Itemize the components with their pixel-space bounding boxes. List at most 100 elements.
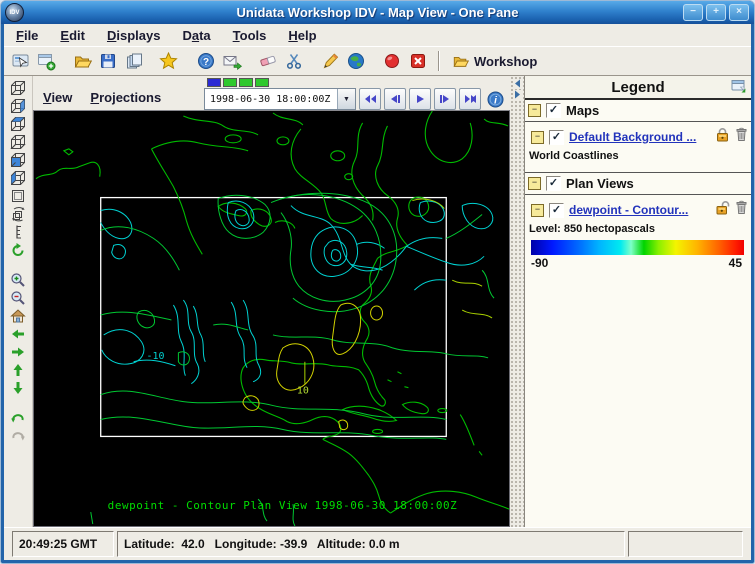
minimize-button[interactable]: − — [683, 4, 703, 21]
workshop-label: Workshop — [474, 53, 538, 69]
exit-icon[interactable] — [406, 49, 430, 73]
level-label: Level: 850 hectopascals — [529, 223, 655, 235]
status-bar: 20:49:25 GMT Latitude: 42.0 Longitude: -… — [4, 527, 751, 560]
title-bar[interactable]: Unidata Workshop IDV - Map View - One Pa… — [1, 1, 754, 24]
world-coastlines-label: World Coastlines — [529, 150, 619, 162]
display-visibility-checkbox[interactable]: ✓ — [549, 129, 564, 145]
record-image-icon[interactable] — [380, 49, 404, 73]
redo-icon[interactable] — [9, 427, 28, 444]
animation-end-button[interactable] — [459, 88, 481, 110]
time-select[interactable]: 1998-06-30 18:00:00Z ▼ — [204, 88, 356, 110]
front-view-icon[interactable] — [9, 151, 28, 168]
zoom-out-icon[interactable] — [9, 289, 28, 306]
plan-views-visibility-checkbox[interactable]: ✓ — [546, 176, 561, 191]
edit-icon[interactable] — [318, 49, 342, 73]
undo-icon[interactable] — [9, 409, 28, 426]
cursor-position-readout: Latitude: 42.0 Longitude: -39.9 Altitude… — [117, 531, 625, 557]
auto-rotate-icon[interactable] — [9, 205, 28, 222]
menu-file[interactable]: File — [16, 28, 38, 43]
show-dashboard-icon[interactable] — [8, 49, 32, 73]
home-view-icon[interactable] — [9, 307, 28, 324]
perspective-view-icon[interactable] — [9, 79, 28, 96]
time-step[interactable] — [255, 78, 269, 87]
help-icon[interactable]: ? — [194, 49, 218, 73]
default-background-link[interactable]: Default Background ... — [569, 130, 710, 144]
legend-row-dewpoint: − ✓ dewpoint - Contour... — [525, 195, 751, 221]
time-step-indicator[interactable] — [207, 78, 269, 87]
menu-bar: File Edit Displays Data Tools Help — [4, 24, 751, 46]
collapse-plan-views-icon[interactable]: − — [528, 177, 541, 190]
lock-closed-icon[interactable] — [715, 127, 730, 147]
side-view-icon[interactable] — [9, 169, 28, 186]
new-window-icon[interactable] — [34, 49, 58, 73]
chevron-down-icon[interactable]: ▼ — [337, 89, 355, 109]
pan-right-icon[interactable] — [9, 343, 28, 360]
legend-category-plan-views: − ✓ Plan Views — [525, 172, 751, 195]
save-bundle-icon[interactable] — [96, 49, 120, 73]
color-scale-bar[interactable] — [531, 240, 744, 255]
close-button[interactable]: × — [729, 4, 749, 21]
dewpoint-contour-link[interactable]: dewpoint - Contour... — [569, 203, 710, 217]
map-display: -10 10 dewpoint - Contour Plan View 1998… — [35, 111, 509, 526]
bottom-view-icon[interactable] — [9, 133, 28, 150]
time-step-current[interactable] — [207, 78, 221, 87]
time-step[interactable] — [239, 78, 253, 87]
pan-left-icon[interactable] — [9, 325, 28, 342]
svg-text:i: i — [494, 95, 497, 106]
pan-down-icon[interactable] — [9, 379, 28, 396]
map-annotation: dewpoint - Contour Plan View 1998-06-30 … — [108, 499, 458, 512]
cut-icon[interactable] — [282, 49, 306, 73]
display-visibility-checkbox[interactable]: ✓ — [549, 202, 564, 218]
save-favorite-icon[interactable] — [122, 49, 146, 73]
remove-displays-icon[interactable] — [256, 49, 280, 73]
workshop-toolbar-item[interactable]: Workshop — [448, 53, 541, 69]
menu-edit[interactable]: Edit — [60, 28, 85, 43]
menu-view[interactable]: View — [43, 90, 72, 105]
open-bundle-icon[interactable] — [70, 49, 94, 73]
legend-splitter[interactable] — [510, 76, 524, 527]
zoom-in-icon[interactable] — [9, 271, 28, 288]
animation-step-back-button[interactable] — [384, 88, 406, 110]
map-view-menubar: View Projections 1998-06-30 18:00:00Z ▼ … — [33, 76, 510, 110]
splitter-collapse-right-icon[interactable] — [513, 90, 521, 99]
float-legend-icon[interactable] — [731, 79, 747, 99]
trash-icon[interactable] — [735, 200, 748, 220]
view-tool-column — [4, 76, 33, 527]
refresh-view-icon[interactable] — [9, 241, 28, 258]
menu-tools[interactable]: Tools — [233, 28, 267, 43]
animation-properties-icon[interactable]: i — [484, 88, 506, 110]
favorites-icon[interactable] — [156, 49, 180, 73]
map-view-panel: View Projections 1998-06-30 18:00:00Z ▼ … — [33, 76, 510, 527]
menu-displays[interactable]: Displays — [107, 28, 160, 43]
svg-text:?: ? — [203, 57, 209, 68]
vertical-scale-icon[interactable] — [9, 223, 28, 240]
animation-begin-button[interactable] — [359, 88, 381, 110]
app-window: Unidata Workshop IDV - Map View - One Pa… — [0, 0, 755, 564]
rotate-view-icon[interactable] — [9, 97, 28, 114]
internet-icon[interactable] — [344, 49, 368, 73]
splitter-collapse-left-icon[interactable] — [513, 79, 521, 88]
maps-visibility-checkbox[interactable]: ✓ — [546, 103, 561, 118]
trash-icon[interactable] — [735, 127, 748, 147]
status-extra-box — [628, 531, 743, 557]
2d-view-icon[interactable] — [9, 187, 28, 204]
collapse-display-icon[interactable]: − — [531, 130, 544, 144]
support-request-icon[interactable] — [220, 49, 244, 73]
map-canvas[interactable]: -10 10 dewpoint - Contour Plan View 1998… — [33, 110, 510, 527]
legend-category-maps: − ✓ Maps — [525, 100, 751, 122]
menu-projections[interactable]: Projections — [90, 90, 161, 105]
maximize-button[interactable]: + — [706, 4, 726, 21]
pan-up-icon[interactable] — [9, 361, 28, 378]
legend-row-default-background: − ✓ Default Background ... — [525, 122, 751, 148]
collapse-maps-icon[interactable]: − — [528, 104, 541, 117]
time-step[interactable] — [223, 78, 237, 87]
menu-help[interactable]: Help — [288, 28, 316, 43]
menu-data[interactable]: Data — [182, 28, 210, 43]
collapse-display-icon[interactable]: − — [531, 203, 544, 217]
colorbar-min-label: -90 — [531, 256, 549, 270]
top-view-icon[interactable] — [9, 115, 28, 132]
animation-play-button[interactable] — [409, 88, 431, 110]
screen: Unidata Workshop IDV - Map View - One Pa… — [0, 0, 755, 564]
lock-open-icon[interactable] — [715, 200, 730, 220]
animation-step-forward-button[interactable] — [434, 88, 456, 110]
